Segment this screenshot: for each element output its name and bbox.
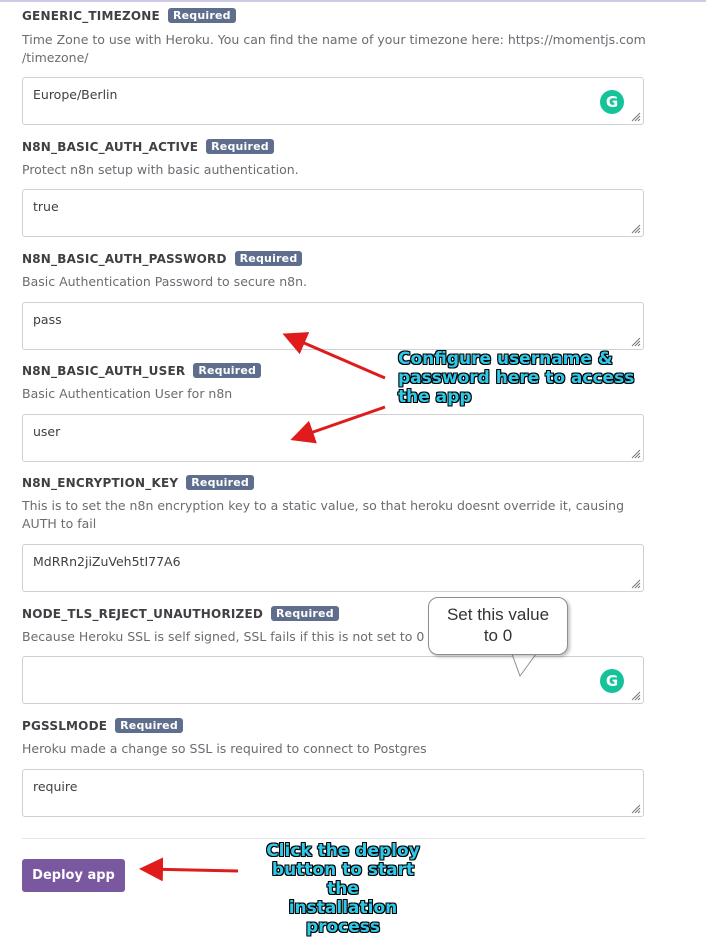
bubble-tail <box>511 653 537 678</box>
arrow-to-deploy <box>139 857 239 882</box>
annotation-configure-credentials: Configure username & password here to ac… <box>398 349 635 407</box>
annotation-arrows <box>139 332 537 882</box>
arrow-to-password <box>282 332 386 380</box>
annotation-deploy: Click the deploy button to start the ins… <box>266 841 420 937</box>
callout-bubble: Set this value to 0 <box>428 597 568 655</box>
arrow-to-user <box>290 405 386 444</box>
